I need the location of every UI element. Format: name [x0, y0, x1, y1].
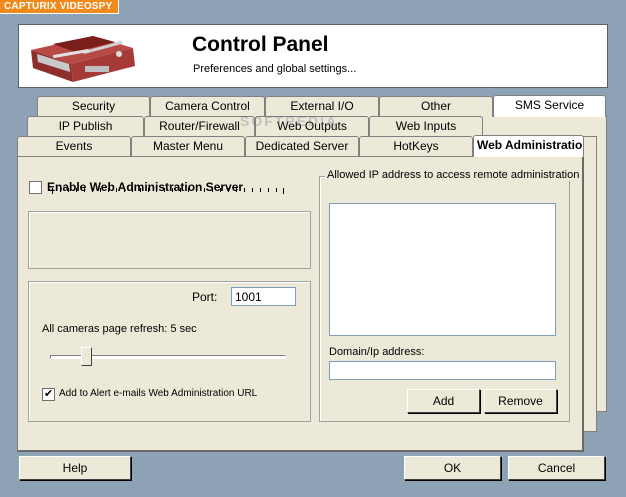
tab-events[interactable]: Events — [17, 136, 131, 157]
page-title: Control Panel — [192, 33, 329, 56]
domain-input[interactable] — [329, 361, 556, 380]
toolbox-logo-icon — [31, 36, 135, 82]
tab-master-menu[interactable]: Master Menu — [131, 136, 245, 157]
tab-router-firewall[interactable]: Router/Firewall — [144, 116, 255, 137]
refresh-slider-thumb[interactable] — [81, 347, 92, 366]
tab-dedicated-server[interactable]: Dedicated Server — [245, 136, 359, 157]
add-button[interactable]: Add — [407, 389, 480, 413]
tab-other[interactable]: Other — [379, 96, 493, 117]
remove-button[interactable]: Remove — [484, 389, 557, 413]
tab-web-inputs[interactable]: Web Inputs — [369, 116, 483, 137]
app-name-tag: CAPTURIX VIDEOSPY — [0, 0, 120, 14]
tab-sms-service[interactable]: SMS Service — [493, 95, 606, 117]
help-button[interactable]: Help — [19, 456, 131, 480]
cancel-button[interactable]: Cancel — [508, 456, 605, 480]
tab-ip-publish[interactable]: IP Publish — [27, 116, 144, 137]
ok-button[interactable]: OK — [404, 456, 501, 480]
enable-web-admin-checkbox[interactable] — [29, 181, 42, 194]
header-banner: Control Panel Preferences and global set… — [18, 24, 608, 88]
tab-hotkeys[interactable]: HotKeys — [359, 136, 473, 157]
watermark: SOFTPEDIA — [240, 113, 339, 129]
page-subtitle: Preferences and global settings... — [193, 63, 357, 75]
allowed-ip-list[interactable] — [329, 203, 556, 336]
tab-security[interactable]: Security — [37, 96, 150, 117]
port-input[interactable] — [231, 287, 296, 306]
alert-url-checkbox[interactable] — [42, 387, 55, 401]
tab-web-administration[interactable]: Web Administration — [473, 135, 584, 157]
